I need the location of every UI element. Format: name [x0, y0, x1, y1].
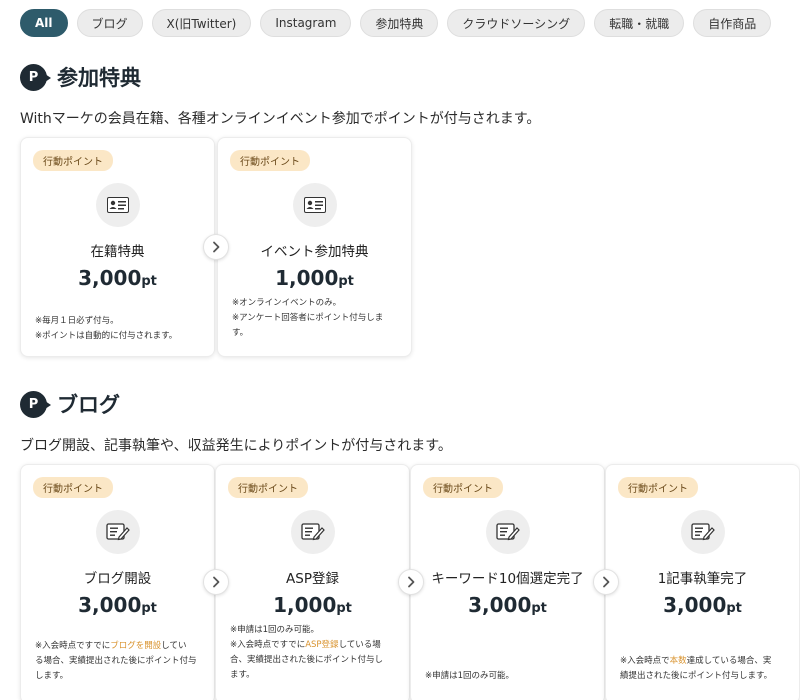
action-point-tag: 行動ポイント: [423, 477, 503, 498]
note-line: 績提出された後にポイント付与します。: [620, 671, 773, 681]
tab-career[interactable]: 転職・就職: [594, 9, 685, 37]
note-text: ※入会時点ですでに: [230, 640, 306, 650]
action-point-tag: 行動ポイント: [33, 150, 113, 171]
point-card[interactable]: 行動ポイント キーワード10個選定完了 3,000pt ※申請は1回のみ可能。: [410, 464, 605, 700]
section-title: ブログ: [57, 393, 120, 417]
note-line: ※申請は1回のみ可能。: [425, 671, 515, 681]
note-line: 合、実績提出された後にポイント付与し: [230, 655, 384, 665]
card-points: 3,000pt: [423, 593, 592, 617]
card-note: ※オンラインイベントのみ。 ※アンケート回答者にポイント付与しま す。: [232, 296, 401, 341]
points-unit: pt: [141, 601, 157, 616]
action-point-tag: 行動ポイント: [228, 477, 308, 498]
tab-blog[interactable]: ブログ: [76, 9, 143, 37]
document-edit-icon: [290, 510, 335, 554]
note-text: してい: [161, 641, 187, 651]
points-value: 3,000: [663, 593, 727, 617]
card-title: ASP登録: [286, 571, 339, 587]
card-title: 1記事執筆完了: [657, 571, 748, 587]
card-note: ※入会時点ですでにブログを開設してい る場合、実績提出された後にポイント付与 し…: [35, 639, 204, 684]
note-line: ※毎月１日必ず付与。: [35, 316, 119, 326]
card-points: 3,000pt: [618, 593, 787, 617]
card-note: ※申請は1回のみ可能。 ※入会時点ですでにASP登録している場 合、実績提出され…: [230, 623, 399, 683]
document-edit-icon: [485, 510, 530, 554]
note-line: します。: [35, 671, 69, 681]
section-description: Withマーケの会員在籍、各種オンラインイベント参加でポイントが付与されます。: [20, 111, 541, 127]
card-row-blog: 行動ポイント ブログ開設 3,000pt ※入会時点ですでにブログを開設してい …: [20, 464, 800, 700]
card-row-participation: 行動ポイント 在籍特典 3,000pt ※毎月１日必ず付与。 ※ポイントは自動的…: [20, 137, 412, 357]
point-card[interactable]: 行動ポイント ブログ開設 3,000pt ※入会時点ですでにブログを開設してい …: [20, 464, 215, 700]
points-value: 3,000: [468, 593, 532, 617]
card-note: ※毎月１日必ず付与。 ※ポイントは自動的に付与されます。: [35, 314, 204, 344]
note-line: ※入会時点ですでにブログを開設してい: [35, 639, 204, 654]
point-card[interactable]: 行動ポイント 1記事執筆完了 3,000pt ※入会時点で本数達成している場合、…: [605, 464, 800, 700]
points-value: 1,000: [273, 593, 337, 617]
section-blog: P ブログ ブログ開設、記事執筆や、収益発生によりポイントが付与されます。: [20, 389, 800, 455]
chevron-right-icon: [593, 569, 619, 595]
section-title: 参加特典: [57, 66, 141, 90]
note-line: す。: [232, 328, 249, 338]
note-text: ※入会時点ですでに: [35, 641, 111, 651]
chevron-right-icon: [203, 569, 229, 595]
action-point-tag: 行動ポイント: [618, 477, 698, 498]
points-value: 1,000: [275, 266, 339, 290]
note-highlight-link[interactable]: ASP登録: [305, 640, 338, 650]
note-line: ます。: [230, 670, 255, 680]
note-text: ※入会時点で: [620, 656, 670, 666]
note-line: る場合、実績提出された後にポイント付与: [35, 656, 197, 666]
note-text: 達成している場合、実: [686, 656, 772, 666]
point-card[interactable]: 行動ポイント 在籍特典 3,000pt ※毎月１日必ず付与。 ※ポイントは自動的…: [20, 137, 215, 357]
tab-instagram[interactable]: Instagram: [260, 9, 352, 37]
card-points: 3,000pt: [33, 266, 202, 290]
note-highlight-link[interactable]: 本数: [670, 656, 687, 666]
card-points: 1,000pt: [230, 266, 399, 290]
points-unit: pt: [338, 274, 354, 289]
filter-tabs: All ブログ X(旧Twitter) Instagram 参加特典 クラウドソ…: [20, 9, 772, 37]
card-title: キーワード10個選定完了: [431, 571, 584, 587]
card-points: 1,000pt: [228, 593, 397, 617]
id-card-icon: [95, 183, 140, 227]
card-points: 3,000pt: [33, 593, 202, 617]
note-line: ※アンケート回答者にポイント付与しま: [232, 313, 384, 323]
note-line: ※オンラインイベントのみ。: [232, 298, 342, 308]
action-point-tag: 行動ポイント: [33, 477, 113, 498]
document-edit-icon: [680, 510, 725, 554]
note-line: ※入会時点ですでにASP登録している場: [230, 638, 399, 653]
points-badge-icon: P: [20, 390, 51, 418]
section-participation: P 参加特典 Withマーケの会員在籍、各種オンラインイベント参加でポイントが付…: [20, 62, 800, 128]
card-title: ブログ開設: [83, 571, 152, 587]
chevron-right-icon: [398, 569, 424, 595]
id-card-icon: [292, 183, 337, 227]
tab-own-products[interactable]: 自作商品: [693, 9, 772, 37]
note-highlight-link[interactable]: ブログを開設: [110, 641, 161, 651]
document-edit-icon: [95, 510, 140, 554]
points-value: 3,000: [78, 593, 142, 617]
points-badge-icon: P: [20, 63, 51, 91]
tab-x-twitter[interactable]: X(旧Twitter): [151, 9, 252, 37]
card-note: ※申請は1回のみ可能。: [425, 669, 594, 684]
note-text: している場: [338, 640, 381, 650]
note-line: ※入会時点で本数達成している場合、実: [620, 654, 789, 669]
points-unit: pt: [336, 601, 352, 616]
points-unit: pt: [531, 601, 547, 616]
chevron-right-icon: [203, 234, 229, 260]
card-note: ※入会時点で本数達成している場合、実 績提出された後にポイント付与します。: [620, 654, 789, 684]
points-unit: pt: [141, 274, 157, 289]
points-unit: pt: [726, 601, 742, 616]
section-description: ブログ開設、記事執筆や、収益発生によりポイントが付与されます。: [20, 438, 452, 454]
points-value: 3,000: [78, 266, 142, 290]
card-title: 在籍特典: [90, 244, 145, 260]
action-point-tag: 行動ポイント: [230, 150, 310, 171]
point-card[interactable]: 行動ポイント ASP登録 1,000pt ※申請は1回のみ可能。 ※入会時点です…: [215, 464, 410, 700]
tab-participation[interactable]: 参加特典: [360, 9, 439, 37]
note-line: ※申請は1回のみ可能。: [230, 625, 320, 635]
card-title: イベント参加特典: [260, 244, 369, 260]
tab-crowdsourcing[interactable]: クラウドソーシング: [447, 9, 586, 37]
point-card[interactable]: 行動ポイント イベント参加特典 1,000pt ※オンラインイベントのみ。 ※ア…: [217, 137, 412, 357]
note-line: ※ポイントは自動的に付与されます。: [35, 331, 178, 341]
tab-all[interactable]: All: [20, 9, 68, 37]
